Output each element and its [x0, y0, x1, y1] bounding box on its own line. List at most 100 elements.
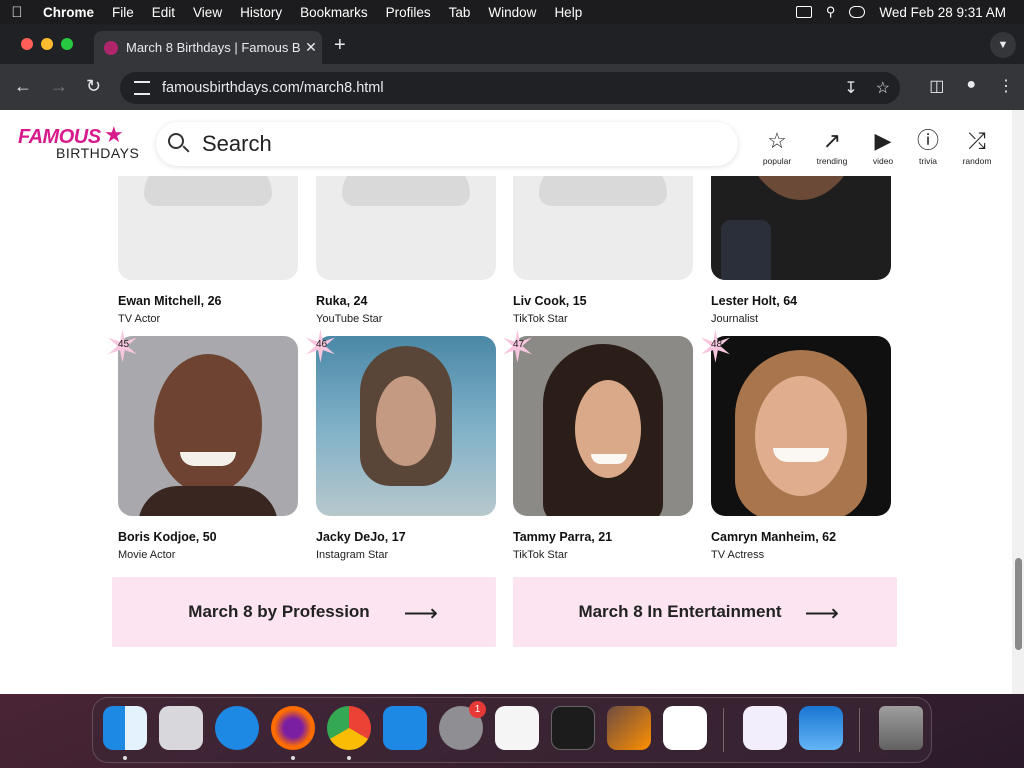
trending-icon: ↗	[822, 128, 842, 153]
person-name[interactable]: Camryn Manheim, 62	[711, 530, 891, 544]
famous-birthdays-logo[interactable]: FAMOUS ★ BIRTHDAYS	[18, 122, 139, 166]
visual-studio-icon[interactable]	[743, 706, 787, 750]
menu-bookmarks[interactable]: Bookmarks	[291, 5, 377, 20]
chrome-icon[interactable]	[327, 706, 371, 750]
portrait-shoulders	[138, 486, 278, 516]
active-tab[interactable]: March 8 Birthdays | Famous B ✕	[94, 31, 322, 64]
rank-badge: ✶ 48	[697, 326, 743, 372]
nav-trending[interactable]: ↗ trending	[807, 128, 857, 166]
star-icon: ☆	[767, 128, 787, 153]
person-name[interactable]: Boris Kodjoe, 50	[118, 530, 298, 544]
new-tab-icon[interactable]: +	[334, 34, 346, 57]
person-name[interactable]: Jacky DeJo, 17	[316, 530, 496, 544]
back-icon[interactable]: ←	[14, 76, 32, 97]
person-card[interactable]: ✶ 47 Tammy Parra, 21 TikTok Star	[499, 326, 693, 561]
person-card[interactable]: ✶ 48 Camryn Manheim, 62 TV Actress	[697, 326, 891, 561]
apple-icon[interactable]: 	[0, 4, 34, 21]
nav-trivia[interactable]: ⓘ trivia	[903, 128, 953, 166]
tab-favicon-icon	[104, 40, 118, 55]
terminal-icon[interactable]	[551, 706, 595, 750]
person-profession: TikTok Star	[513, 313, 568, 325]
finder-icon[interactable]	[103, 706, 147, 750]
nav-label: random	[962, 156, 992, 166]
tab-search-chevron-icon[interactable]: ▼	[990, 32, 1016, 58]
person-profession: TV Actor	[118, 313, 161, 325]
march8-by-profession-button[interactable]: March 8 by Profession ⟶	[112, 577, 496, 647]
rank-badge: ✶ 46	[302, 326, 348, 372]
person-name[interactable]: Ewan Mitchell, 26	[118, 294, 298, 308]
menu-app-name[interactable]: Chrome	[34, 5, 103, 20]
close-window-button[interactable]	[21, 38, 33, 50]
menu-history[interactable]: History	[231, 5, 291, 20]
person-profession: TikTok Star	[513, 549, 568, 561]
trash-icon[interactable]	[879, 706, 923, 750]
portrait-smile	[591, 454, 627, 464]
person-name[interactable]: Ruka, 24	[316, 294, 496, 308]
browser-toolbar: ← → ↻ famousbirthdays.com/march8.html ↧ …	[0, 64, 1024, 110]
vscode-icon[interactable]	[663, 706, 707, 750]
running-indicator	[123, 756, 127, 760]
rank-number: 46	[316, 339, 328, 350]
desktop:  Chrome File Edit View History Bookmark…	[0, 0, 1024, 768]
site-search[interactable]	[156, 122, 738, 166]
page-scrollbar[interactable]	[1012, 110, 1024, 694]
menu-clock[interactable]: Wed Feb 28 9:31 AM	[879, 5, 1006, 20]
screen-mirroring-icon[interactable]	[795, 6, 812, 18]
menu-profiles[interactable]: Profiles	[377, 5, 440, 20]
person-name[interactable]: Lester Holt, 64	[711, 294, 891, 308]
spotlight-icon[interactable]: ⚲	[826, 4, 836, 20]
march8-in-entertainment-button[interactable]: March 8 In Entertainment ⟶	[513, 577, 897, 647]
safari-icon[interactable]	[215, 706, 259, 750]
person-name[interactable]: Tammy Parra, 21	[513, 530, 693, 544]
web-page: FAMOUS ★ BIRTHDAYS ☆ popular ↗ trending …	[0, 110, 1012, 694]
nav-video[interactable]: ▶ video	[858, 128, 908, 166]
menu-view[interactable]: View	[184, 5, 231, 20]
site-info-icon[interactable]	[134, 81, 150, 95]
rank-badge: ✶ 47	[499, 326, 545, 372]
menu-help[interactable]: Help	[545, 5, 591, 20]
person-profession: Instagram Star	[316, 549, 389, 561]
person-card[interactable]: ✶ 46 Jacky DeJo, 17 Instagram Star	[302, 326, 496, 561]
side-panel-icon[interactable]: ◫	[929, 76, 944, 96]
person-name[interactable]: Liv Cook, 15	[513, 294, 693, 308]
nav-random[interactable]: ⤮ random	[952, 128, 1002, 166]
nav-popular[interactable]: ☆ popular	[752, 128, 802, 166]
person-profession: YouTube Star	[316, 313, 383, 325]
app-store-icon[interactable]	[383, 706, 427, 750]
install-app-icon[interactable]: ↧	[844, 78, 857, 98]
instruments-icon[interactable]	[607, 706, 651, 750]
portrait-suit	[721, 220, 771, 280]
menu-edit[interactable]: Edit	[143, 5, 184, 20]
scrollbar-thumb[interactable]	[1015, 558, 1022, 650]
dock-separator	[859, 708, 860, 752]
textedit-icon[interactable]	[495, 706, 539, 750]
forward-icon[interactable]: →	[50, 76, 68, 97]
firefox-icon[interactable]	[271, 706, 315, 750]
running-indicator	[291, 756, 295, 760]
nav-label: popular	[762, 156, 792, 166]
tab-close-icon[interactable]: ✕	[300, 39, 322, 56]
address-bar[interactable]: famousbirthdays.com/march8.html ↧ ☆	[120, 72, 900, 104]
bookmark-star-icon[interactable]: ☆	[876, 78, 890, 98]
maximize-window-button[interactable]	[61, 38, 73, 50]
control-center-icon[interactable]	[849, 6, 866, 18]
launchpad-icon[interactable]	[159, 706, 203, 750]
portrait-face	[376, 376, 436, 466]
rank-number: 48	[711, 339, 723, 350]
chrome-menu-icon[interactable]: ⋮	[998, 76, 1014, 96]
button-label: March 8 by Profession	[188, 602, 370, 621]
nav-label: trivia	[919, 156, 937, 166]
url-text[interactable]: famousbirthdays.com/march8.html	[162, 80, 384, 96]
weather-icon[interactable]	[799, 706, 843, 750]
minimize-window-button[interactable]	[41, 38, 53, 50]
logo-birthdays: BIRTHDAYS	[56, 145, 140, 161]
profile-avatar-icon[interactable]: ●	[966, 76, 976, 96]
rank-number: 47	[513, 339, 525, 350]
reload-icon[interactable]: ↻	[86, 76, 101, 97]
menu-window[interactable]: Window	[479, 5, 545, 20]
menu-tab[interactable]: Tab	[440, 5, 480, 20]
person-card[interactable]: ✶ 45 Boris Kodjoe, 50 Movie Actor	[104, 326, 298, 561]
menu-file[interactable]: File	[103, 5, 143, 20]
dock: 1	[92, 697, 932, 763]
search-input[interactable]	[202, 131, 682, 157]
